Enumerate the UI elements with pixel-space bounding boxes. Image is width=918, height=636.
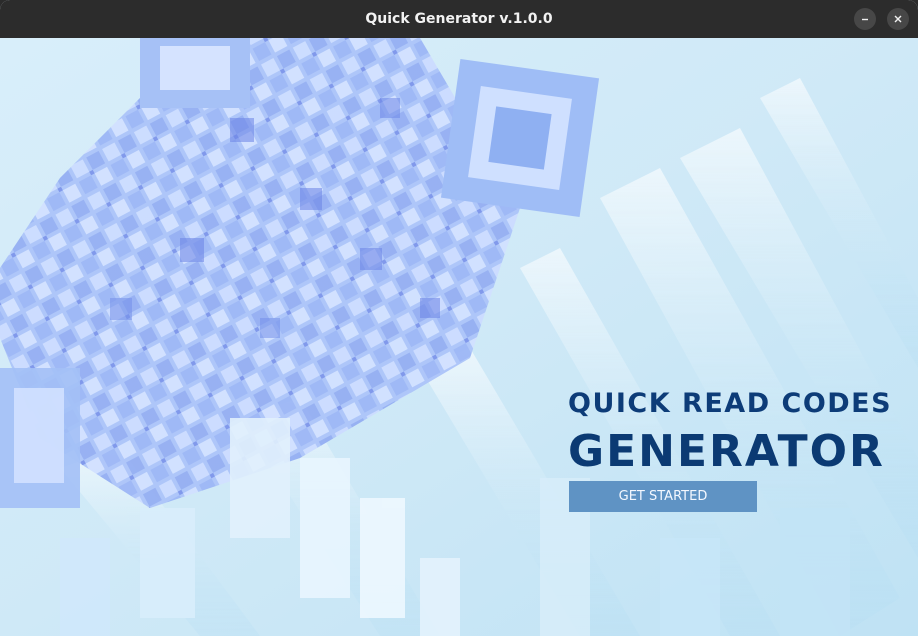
qr-code-3d-artwork xyxy=(0,38,918,636)
app-window: Quick Generator v.1.0.0 QUICK READ CODES… xyxy=(0,0,918,636)
welcome-screen: QUICK READ CODES GENERATOR GET STARTED xyxy=(0,38,918,636)
get-started-button[interactable]: GET STARTED xyxy=(569,481,757,512)
close-icon xyxy=(894,15,902,23)
headline-line1: QUICK READ CODES xyxy=(568,388,893,419)
title-bar[interactable]: Quick Generator v.1.0.0 xyxy=(0,0,918,39)
headline-line2: GENERATOR xyxy=(568,426,885,477)
finder-square-top xyxy=(440,58,600,218)
close-button[interactable] xyxy=(887,8,909,30)
window-title: Quick Generator v.1.0.0 xyxy=(365,11,553,27)
minimize-button[interactable] xyxy=(854,8,876,30)
minimize-icon xyxy=(862,18,868,21)
